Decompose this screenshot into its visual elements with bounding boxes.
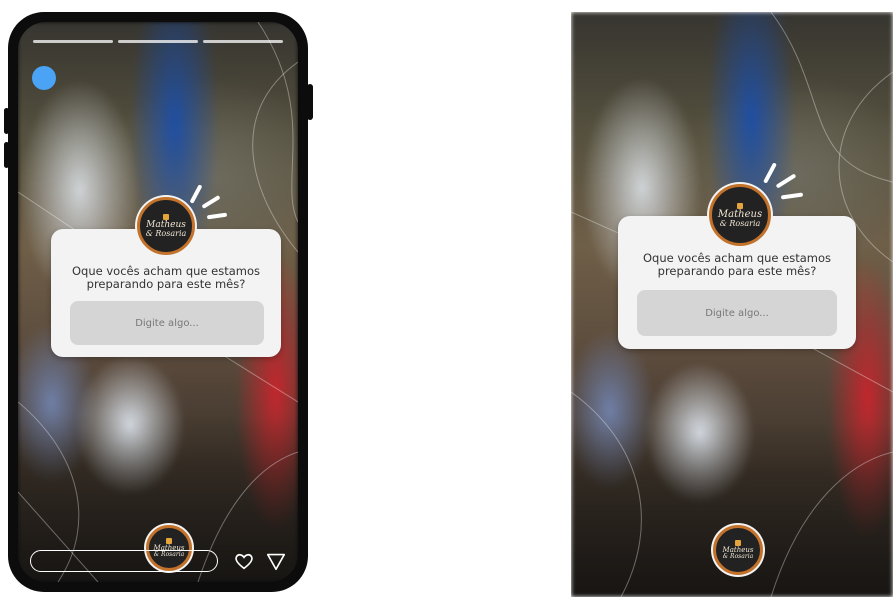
story-screen: Oque vocês acham que estamos preparando …: [18, 22, 298, 582]
avatar-icon[interactable]: [32, 66, 56, 90]
phone-power-button: [307, 84, 313, 120]
phone-mockup: Oque vocês acham que estamos preparando …: [4, 12, 313, 592]
heart-icon[interactable]: [233, 550, 255, 572]
progress-segment: [33, 40, 113, 43]
beer-mug-icon: [737, 202, 743, 209]
progress-segment: [203, 40, 283, 43]
story-progress: [33, 40, 283, 43]
question-text: Oque vocês acham que estamos preparando …: [72, 264, 260, 291]
reply-input[interactable]: [30, 550, 218, 572]
bottom-logo: Matheus & Rosaria: [713, 525, 763, 575]
logo-line1: Matheus: [717, 208, 763, 220]
answer-input[interactable]: Digite algo...: [637, 290, 837, 336]
brand-logo: Matheus & Rosaria: [137, 197, 195, 255]
logo-line2: & Rosaria: [722, 553, 754, 560]
logo-line2: & Rosaria: [719, 218, 761, 228]
phone-volume-up: [4, 108, 9, 134]
story-preview: Oque vocês acham que estamos preparando …: [571, 12, 893, 597]
send-icon[interactable]: [265, 550, 287, 572]
progress-segment: [118, 40, 198, 43]
logo-line2: & Rosaria: [145, 229, 187, 238]
question-text: Oque vocês acham que estamos preparando …: [643, 251, 831, 278]
phone-volume-down: [4, 142, 9, 168]
answer-input[interactable]: Digite algo...: [70, 301, 264, 345]
brand-logo: Matheus & Rosaria: [709, 184, 771, 246]
